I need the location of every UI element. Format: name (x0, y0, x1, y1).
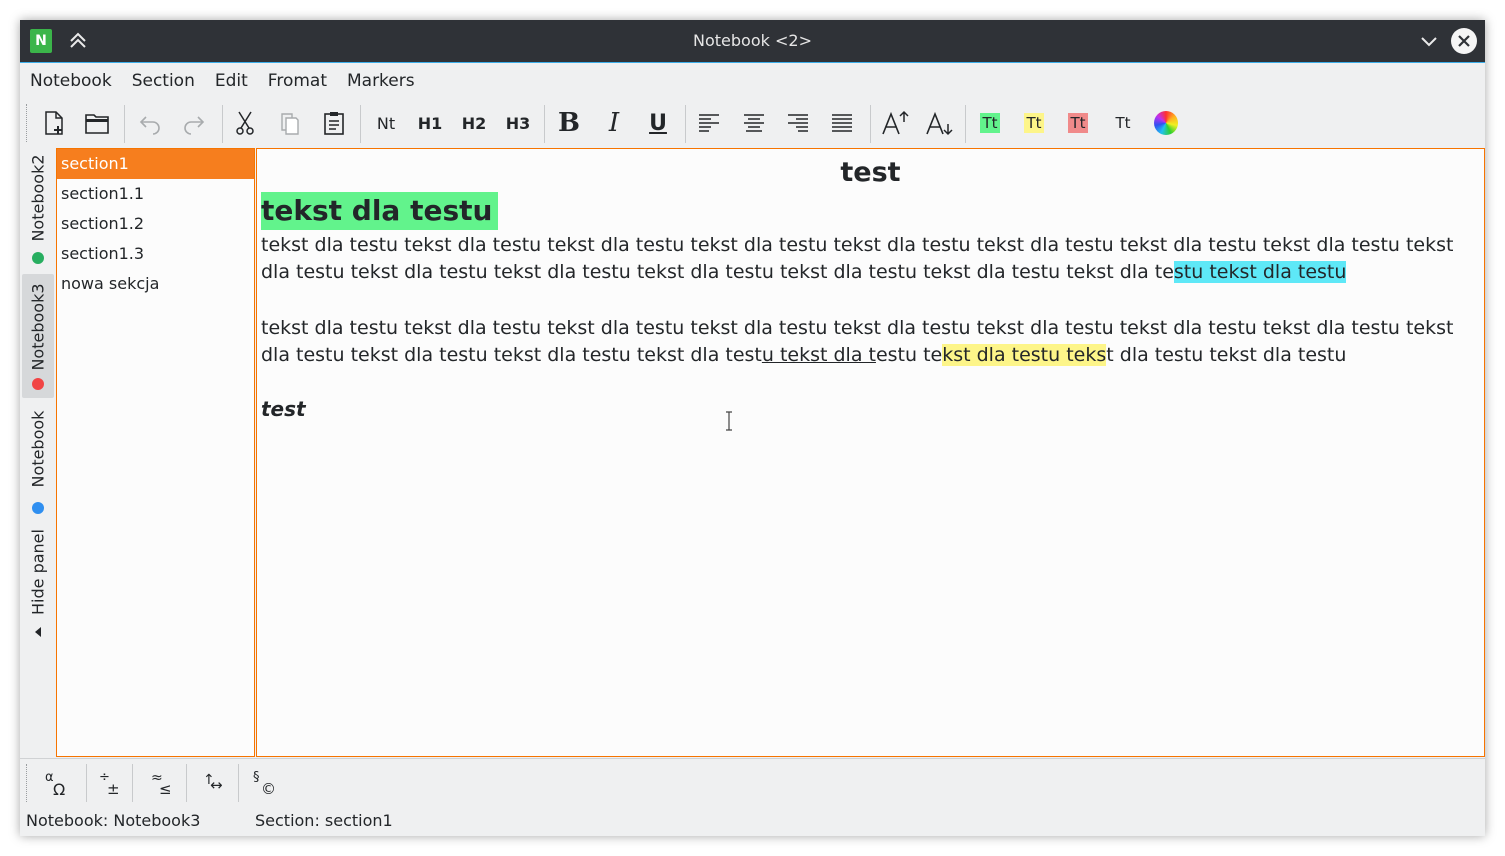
misc-symbols-top: § (253, 770, 260, 785)
relation-symbols-button[interactable]: ≈ ≤ (140, 765, 180, 801)
style-h3-button[interactable]: H3 (500, 105, 536, 141)
align-right-icon[interactable] (780, 105, 816, 141)
new-file-icon[interactable] (36, 105, 72, 141)
increase-font-icon[interactable] (877, 105, 913, 141)
arrow-symbols-button[interactable]: ↑ ↔ (192, 765, 232, 801)
clear-highlight-button[interactable]: Tt (1105, 105, 1141, 141)
misc-symbols-button[interactable]: § © (242, 765, 282, 801)
notebook-color-dot (32, 502, 44, 514)
underline-icon[interactable]: U (640, 105, 676, 141)
clear-highlight-label: Tt (1115, 114, 1131, 132)
section-list: section1 section1.1 section1.2 section1.… (56, 148, 255, 757)
section-item[interactable]: section1 (57, 149, 254, 179)
paste-icon[interactable] (316, 105, 352, 141)
align-center-icon[interactable] (736, 105, 772, 141)
paragraph-2-underline: u tekst dla t (761, 344, 876, 366)
tab-notebook2[interactable]: Notebook2 (22, 148, 54, 266)
math-symbols-bottom: ± (107, 780, 120, 798)
align-justify-icon[interactable] (824, 105, 860, 141)
italic-icon[interactable]: I (596, 105, 632, 141)
style-h1-button[interactable]: H1 (412, 105, 448, 141)
menu-markers[interactable]: Markers (337, 63, 425, 99)
tab-notebook3-label: Notebook3 (28, 283, 48, 371)
section-item[interactable]: section1.2 (57, 209, 254, 239)
toolbar-handle[interactable] (26, 764, 31, 802)
paragraph-2: tekst dla testu tekst dla testu tekst dl… (261, 315, 1476, 369)
minimize-icon[interactable] (1417, 29, 1441, 53)
highlight-red-label: Tt (1068, 113, 1088, 133)
highlight-green-button[interactable]: Tt (972, 105, 1008, 141)
section-item[interactable]: nowa sekcja (57, 269, 254, 299)
status-notebook: Notebook: Notebook3 (26, 811, 201, 830)
redo-icon[interactable] (176, 105, 212, 141)
copy-icon[interactable] (272, 105, 308, 141)
open-folder-icon[interactable] (79, 105, 115, 141)
tab-notebook-label: Notebook (28, 410, 48, 488)
highlight-yellow-label: Tt (1024, 113, 1044, 133)
paragraph-1: tekst dla testu tekst dla testu tekst dl… (261, 232, 1476, 286)
notebook3-color-dot (32, 378, 44, 390)
title-bar: N Notebook <2> (20, 20, 1485, 63)
greek-symbols-bottom: Ω (53, 780, 66, 799)
align-left-icon[interactable] (691, 105, 727, 141)
window-title: Notebook <2> (693, 31, 812, 50)
hide-panel-button[interactable]: Hide panel (22, 526, 54, 646)
tab-notebook2-label: Notebook2 (28, 154, 48, 242)
status-section: Section: section1 (255, 811, 393, 830)
symbols-toolbar: α Ω ÷ ± ≈ ≤ ↑ ↔ § © (20, 758, 1485, 807)
bold-icon[interactable]: B (551, 105, 587, 141)
greek-symbols-button[interactable]: α Ω (34, 765, 74, 801)
math-symbols-button[interactable]: ÷ ± (88, 765, 128, 801)
italic-line: test (261, 397, 306, 421)
notebook-tabs: Notebook2 Notebook3 Notebook Hide panel (20, 148, 54, 648)
paragraph-2-highlight: kst dla testu teks (942, 344, 1107, 366)
app-window: N Notebook <2> Notebook Section Edit Fro… (20, 20, 1485, 836)
highlight-green-label: Tt (980, 113, 1000, 133)
hide-panel-label: Hide panel (28, 528, 48, 615)
color-picker-icon[interactable] (1148, 105, 1184, 141)
text-cursor-icon (725, 411, 733, 431)
section-item[interactable]: section1.3 (57, 239, 254, 269)
text-editor[interactable]: test tekst dla testu tekst dla testu tek… (256, 148, 1485, 757)
menu-notebook[interactable]: Notebook (20, 63, 122, 99)
paragraph-2-text: t dla testu tekst dla testu (1106, 344, 1347, 366)
toolbar-handle[interactable] (26, 104, 31, 142)
main-toolbar: Nt H1 H2 H3 B I U Tt Tt Tt Tt (20, 100, 1485, 146)
paragraph-2-text: estu te (875, 344, 943, 366)
cut-icon[interactable] (227, 105, 263, 141)
highlight-yellow-button[interactable]: Tt (1016, 105, 1052, 141)
tab-notebook3[interactable]: Notebook3 (22, 274, 54, 398)
close-icon[interactable] (1451, 28, 1477, 54)
style-h2-button[interactable]: H2 (456, 105, 492, 141)
status-bar: Notebook: Notebook3 Section: section1 (20, 808, 1485, 836)
menu-format[interactable]: Fromat (258, 63, 337, 99)
style-normal-button[interactable]: Nt (368, 105, 404, 141)
triangle-left-icon (33, 626, 43, 638)
paragraph-1-highlight: stu tekst dla testu (1173, 261, 1347, 283)
tab-notebook[interactable]: Notebook (22, 404, 54, 516)
relation-symbols-bottom: ≤ (159, 780, 172, 798)
arrow-symbols-bottom: ↔ (210, 776, 223, 794)
highlight-red-button[interactable]: Tt (1060, 105, 1096, 141)
document-title: test (840, 157, 901, 188)
document-heading: tekst dla testu (261, 192, 499, 230)
menu-edit[interactable]: Edit (205, 63, 258, 99)
misc-symbols-bottom: © (261, 780, 276, 798)
section-item[interactable]: section1.1 (57, 179, 254, 209)
undo-icon[interactable] (132, 105, 168, 141)
notebook2-color-dot (32, 252, 44, 264)
menu-bar: Notebook Section Edit Fromat Markers (20, 63, 1485, 99)
decrease-font-icon[interactable] (921, 105, 957, 141)
menu-section[interactable]: Section (122, 63, 205, 99)
